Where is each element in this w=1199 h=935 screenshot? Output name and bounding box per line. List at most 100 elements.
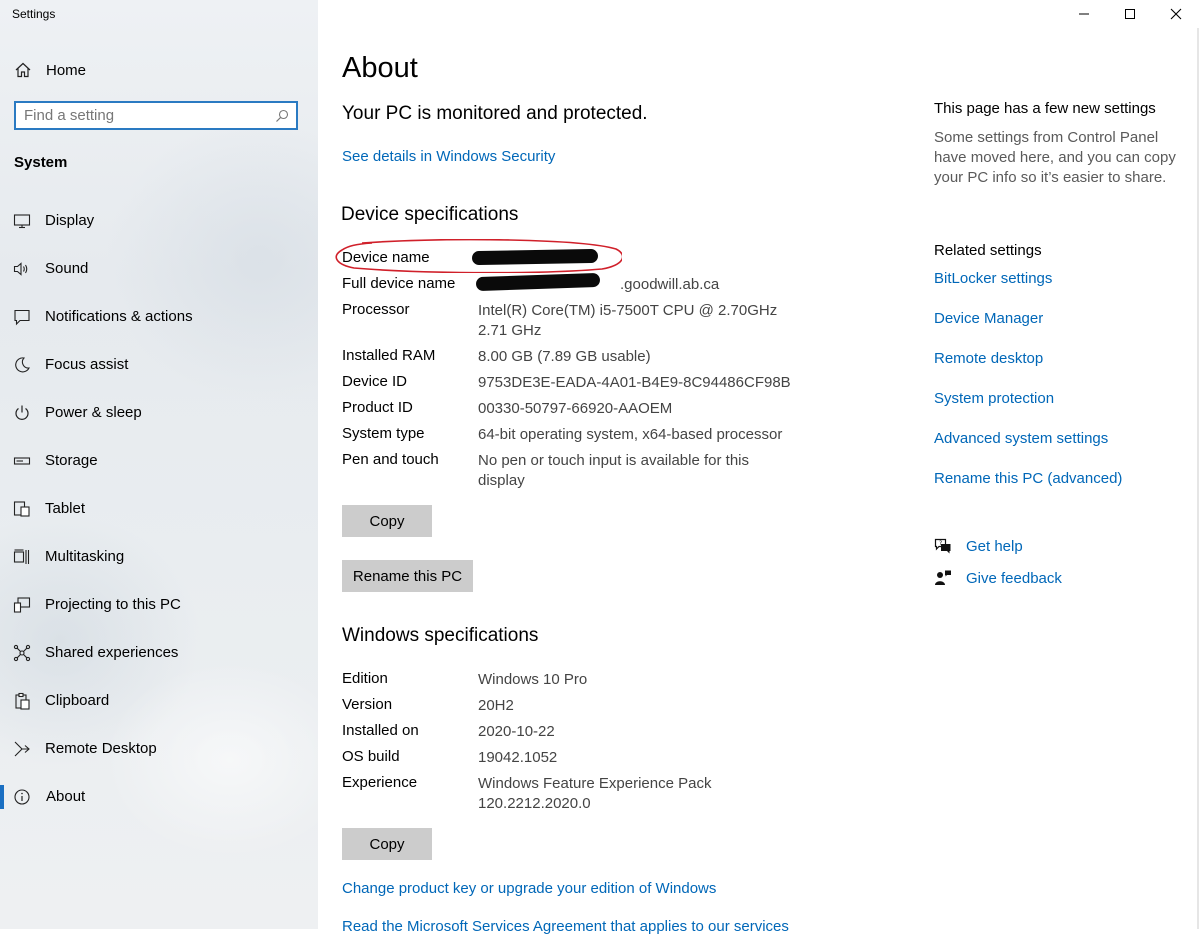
sidebar-item-multitasking[interactable]: Multitasking [0, 533, 318, 581]
spec-key: Pen and touch [342, 451, 439, 468]
sidebar-home-label: Home [46, 61, 87, 79]
main-content: About Your PC is monitored and protected… [318, 0, 918, 935]
sidebar-item-sound[interactable]: Sound [0, 245, 318, 293]
storage-icon [13, 452, 31, 470]
spec-value: 19042.1052 [478, 749, 558, 766]
sidebar-item-clipboard[interactable]: Clipboard [0, 677, 318, 725]
spec-key: Edition [342, 670, 388, 687]
microsoft-services-agreement-link[interactable]: Read the Microsoft Services Agreement th… [342, 918, 789, 935]
sidebar-item-label: Notifications & actions [45, 308, 193, 325]
page-title: About [342, 52, 418, 84]
get-help-row[interactable]: ? Get help [934, 535, 1023, 557]
device-specifications-heading: Device specifications [341, 204, 519, 225]
windows-specifications-heading: Windows specifications [342, 625, 539, 646]
spec-key: Full device name [342, 275, 456, 292]
remote-desktop-link[interactable]: Remote desktop [934, 350, 1043, 367]
shared-experiences-icon [13, 644, 31, 662]
copy-device-specs-button[interactable]: Copy [342, 505, 432, 537]
help-chat-icon: ? [934, 537, 952, 555]
rename-pc-advanced-link[interactable]: Rename this PC (advanced) [934, 470, 1122, 487]
sidebar-item-label: Power & sleep [45, 404, 142, 421]
spec-value: 64-bit operating system, x64-based proce… [478, 426, 783, 443]
windows-security-link[interactable]: See details in Windows Security [342, 148, 555, 165]
sidebar-item-label: Shared experiences [45, 644, 179, 661]
sidebar-item-display[interactable]: Display [0, 197, 318, 245]
sidebar-item-about[interactable]: About [0, 773, 318, 821]
related-panel: This page has a few new settings Some se… [934, 0, 1194, 929]
search-box[interactable] [14, 101, 298, 130]
new-settings-body: Some settings from Control Panel have mo… [934, 129, 1176, 186]
spec-value: 20H2 [478, 697, 514, 714]
protection-status: Your PC is monitored and protected. [342, 103, 648, 124]
search-icon[interactable] [275, 109, 289, 123]
sidebar-item-label: Focus assist [45, 356, 129, 373]
notifications-icon [13, 308, 31, 326]
sidebar: Settings Home System Display Sound [0, 0, 318, 929]
spec-value: Windows Feature Experience Pack 120.2212… [478, 775, 712, 812]
spec-key: Version [342, 696, 393, 713]
sidebar-item-label: Tablet [45, 500, 86, 517]
active-indicator [0, 785, 4, 809]
bitlocker-settings-link[interactable]: BitLocker settings [934, 270, 1052, 287]
sidebar-item-label: Remote Desktop [45, 740, 157, 757]
sidebar-item-label: Storage [45, 452, 98, 469]
spec-value: 8.00 GB (7.89 GB usable) [478, 348, 651, 365]
sidebar-nav: Display Sound Notifications & actions Fo… [0, 197, 318, 821]
power-icon [13, 404, 31, 422]
focus-assist-icon [13, 356, 31, 374]
sidebar-item-projecting[interactable]: Projecting to this PC [0, 581, 318, 629]
sidebar-item-notifications[interactable]: Notifications & actions [0, 293, 318, 341]
spec-value: Intel(R) Core(TM) i5-7500T CPU @ 2.70GHz… [478, 302, 778, 339]
spec-key: Experience [342, 774, 418, 791]
sidebar-item-remote-desktop[interactable]: Remote Desktop [0, 725, 318, 773]
spec-key: OS build [342, 748, 400, 765]
spec-key: Device ID [342, 373, 408, 390]
device-manager-link[interactable]: Device Manager [934, 310, 1043, 327]
spec-value: No pen or touch input is available for t… [478, 452, 749, 489]
rename-pc-button[interactable]: Rename this PC [342, 560, 473, 592]
sidebar-item-label: About [46, 788, 86, 805]
spec-key: Product ID [342, 399, 413, 416]
sidebar-item-storage[interactable]: Storage [0, 437, 318, 485]
sidebar-section-title: System [14, 154, 68, 171]
spec-value: .goodwill.ab.ca [620, 276, 720, 293]
spec-value: 9753DE3E-EADA-4A01-B4E9-8C94486CF98B [478, 374, 791, 391]
give-feedback-link[interactable]: Give feedback [966, 570, 1062, 587]
redaction-mark [475, 272, 601, 292]
give-feedback-row[interactable]: Give feedback [934, 567, 1062, 589]
about-icon [13, 788, 31, 806]
change-product-key-link[interactable]: Change product key or upgrade your editi… [342, 880, 716, 897]
tablet-icon [13, 500, 31, 518]
sidebar-item-label: Display [45, 212, 95, 229]
remote-desktop-icon [13, 740, 31, 758]
new-settings-title: This page has a few new settings [934, 100, 1156, 117]
search-input[interactable] [24, 106, 264, 125]
spec-value: 2020-10-22 [478, 723, 555, 740]
sidebar-item-label: Multitasking [45, 548, 125, 565]
feedback-person-icon [934, 569, 952, 587]
sidebar-item-shared-experiences[interactable]: Shared experiences [0, 629, 318, 677]
spec-key: Device name [342, 249, 430, 266]
copy-windows-specs-button[interactable]: Copy [342, 828, 432, 860]
spec-value: 00330-50797-66920-AAOEM [478, 400, 673, 417]
app-title: Settings [12, 7, 56, 21]
sidebar-item-power[interactable]: Power & sleep [0, 389, 318, 437]
sound-icon [13, 260, 31, 278]
sidebar-item-tablet[interactable]: Tablet [0, 485, 318, 533]
sidebar-item-focus-assist[interactable]: Focus assist [0, 341, 318, 389]
related-settings-heading: Related settings [934, 242, 1042, 259]
display-icon [13, 212, 31, 230]
sidebar-item-label: Sound [45, 260, 89, 277]
spec-key: Processor [342, 301, 410, 318]
system-protection-link[interactable]: System protection [934, 390, 1054, 407]
spec-value: Windows 10 Pro [478, 671, 588, 688]
advanced-system-settings-link[interactable]: Advanced system settings [934, 430, 1108, 447]
get-help-link[interactable]: Get help [966, 538, 1023, 555]
sidebar-home[interactable]: Home [14, 58, 86, 82]
spec-key: Installed on [342, 722, 419, 739]
clipboard-icon [13, 692, 31, 710]
home-icon [14, 61, 32, 79]
spec-key: Installed RAM [342, 347, 436, 364]
spec-key: System type [342, 425, 425, 442]
multitasking-icon [13, 548, 31, 566]
